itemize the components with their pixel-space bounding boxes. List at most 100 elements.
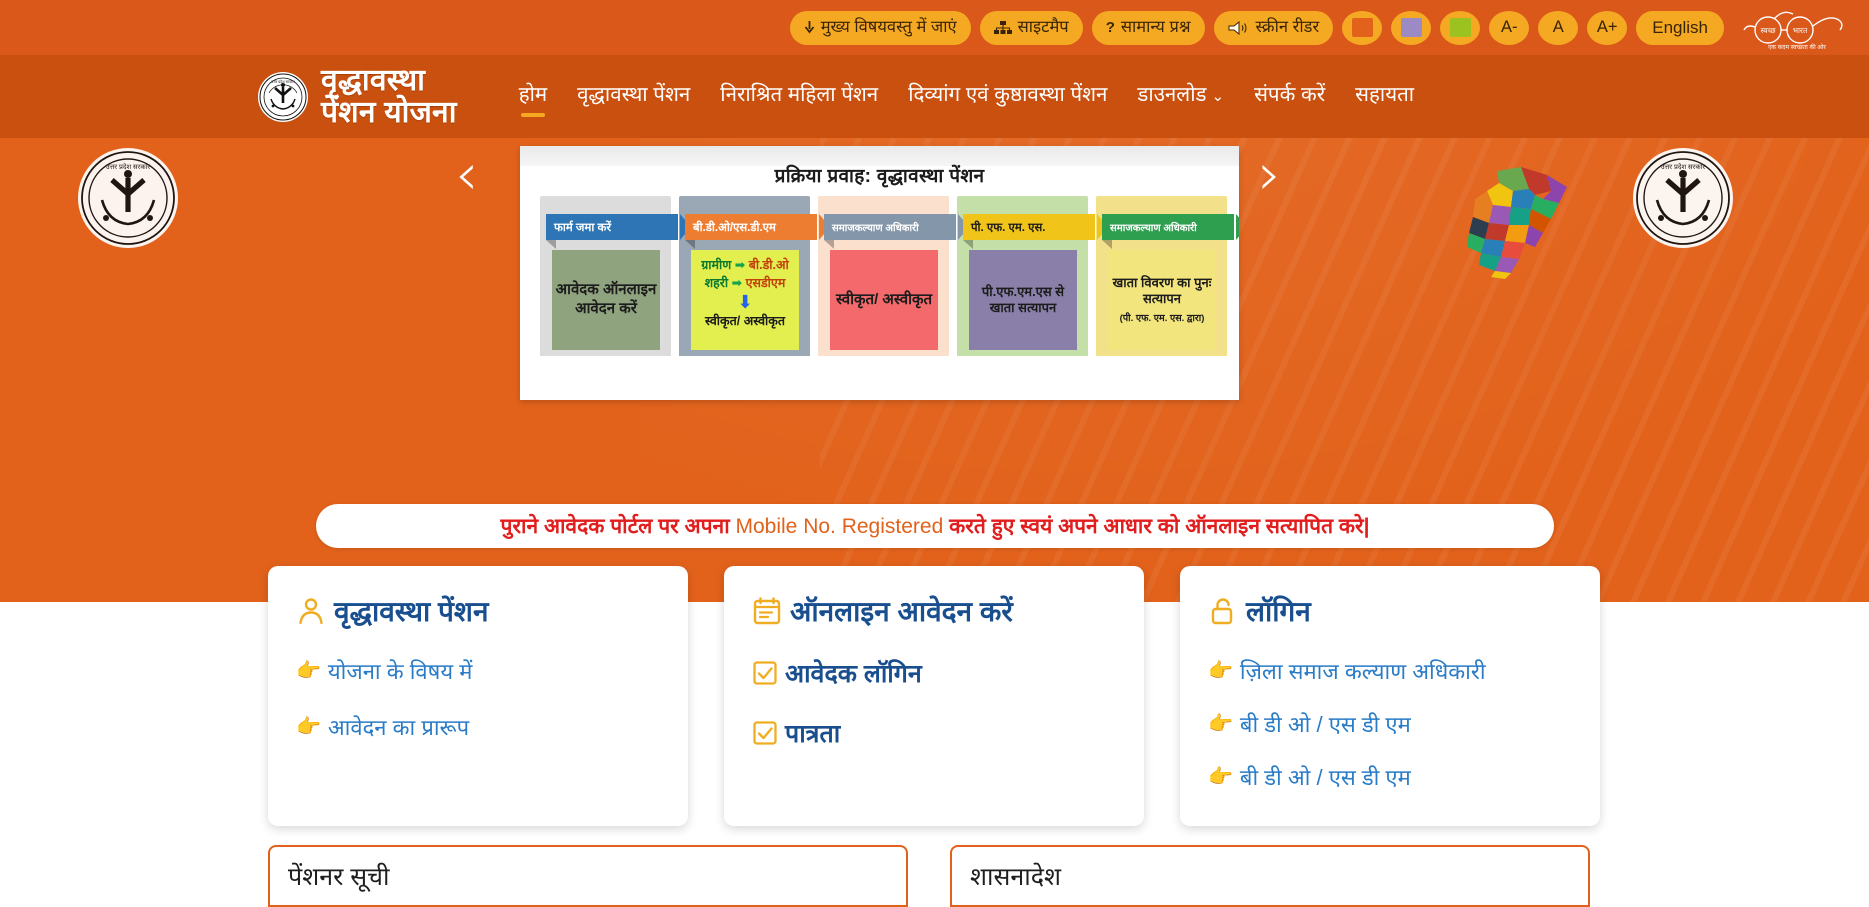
- quick-links-cards: वृद्धावस्था पेंशन 👉 योजना के विषय में 👉 …: [268, 566, 1600, 826]
- theme-orange-button[interactable]: [1342, 10, 1383, 45]
- screen-reader-button[interactable]: स्क्रीन रीडर: [1213, 10, 1334, 45]
- card-link-applicant-login[interactable]: आवेदक लॉगिन: [752, 656, 1116, 690]
- orange-swatch-icon: [1351, 18, 1373, 37]
- flow-step-2-header-tail: [685, 240, 695, 249]
- carousel-prev-button[interactable]: ‹: [455, 145, 478, 203]
- svg-text:भारत: भारत: [1793, 26, 1808, 35]
- card-link-eligibility[interactable]: पात्रता: [752, 716, 1116, 750]
- card-link-bdo-sdm-1[interactable]: 👉 बी डी ओ / एस डी एम: [1208, 709, 1572, 739]
- calendar-form-icon: [752, 596, 782, 626]
- pointing-hand-icon: 👉: [1208, 713, 1233, 735]
- sitemap-label: साइटमैप: [1017, 18, 1069, 37]
- right-arrow-icon: ➡: [731, 276, 743, 291]
- notice-part-1: पुराने आवेदक पोर्टल पर अपना: [500, 515, 736, 538]
- down-arrow-icon: ⬇: [737, 292, 753, 313]
- flow-step-1-body: आवेदक ऑनलाइन आवेदन करें: [552, 250, 660, 350]
- checkbox-icon: [752, 720, 778, 746]
- theme-purple-button[interactable]: [1391, 10, 1432, 45]
- up-emblem-watermark-right: उत्तर प्रदेश सरकार: [1633, 148, 1733, 248]
- nav-item-download-label: डाउनलोड: [1137, 83, 1207, 106]
- sitemap-button[interactable]: साइटमैप: [979, 10, 1083, 45]
- font-increase-label: A+: [1596, 18, 1618, 37]
- flow-step-1-band: फार्म जमा करें आवेदक ऑनलाइन आवेदन करें: [540, 196, 705, 356]
- svg-text:उत्तर प्रदेश सरकार: उत्तर प्रदेश सरकार: [106, 162, 150, 171]
- notice-text: पुराने आवेदक पोर्टल पर अपना Mobile No. R…: [501, 512, 1370, 540]
- flow-step-2-header: बी.डी.ओ/एस.डी.एम: [685, 214, 844, 249]
- panel-government-orders[interactable]: शासनादेश: [950, 845, 1590, 907]
- theme-green-button[interactable]: [1440, 10, 1481, 45]
- flow-step-5-header-tail: [1102, 240, 1112, 249]
- pointing-hand-icon: 👉: [1208, 766, 1233, 788]
- flow-step-4-header-tail: [963, 240, 973, 249]
- font-decrease-label: A-: [1500, 18, 1518, 37]
- card-old-age-pension: वृद्धावस्था पेंशन 👉 योजना के विषय में 👉 …: [268, 566, 688, 826]
- flow-step-2-row-1-left: ग्रामीण: [701, 258, 732, 272]
- font-decrease-button[interactable]: A-: [1489, 10, 1530, 45]
- flow-step-2-row-2: शहरी ➡ एसडीएम: [701, 274, 789, 292]
- up-emblem-watermark-left: उत्तर प्रदेश सरकार: [78, 148, 178, 248]
- carousel-next-button[interactable]: ›: [1258, 145, 1281, 203]
- up-government-emblem-icon: उत्तर प्रदेश सरकार: [258, 71, 308, 122]
- nav-item-disabled-leprosy-pension[interactable]: दिव्यांग एवं कुष्ठावस्था पेंशन: [908, 80, 1107, 113]
- flow-step-2-row-1-right: बी.डी.ओ: [748, 258, 789, 272]
- flow-step-2-row-2-right: एसडीएम: [745, 276, 786, 291]
- process-flow-slide: प्रक्रिया प्रवाह: वृद्धावस्था पेंशन फार्…: [520, 146, 1239, 400]
- notice-banner[interactable]: पुराने आवेदक पोर्टल पर अपना Mobile No. R…: [316, 504, 1554, 548]
- nav-item-help[interactable]: सहायता: [1355, 80, 1414, 113]
- process-flow-title: प्रक्रिया प्रवाह: वृद्धावस्था पेंशन: [774, 166, 985, 187]
- card-link-district-welfare-officer-label: ज़िला समाज कल्याण अधिकारी: [1239, 659, 1486, 684]
- nav-item-download[interactable]: डाउनलोड ⌄: [1137, 80, 1224, 113]
- card-link-about-scheme[interactable]: 👉 योजना के विषय में: [296, 656, 660, 686]
- language-label: English: [1652, 18, 1708, 37]
- purple-swatch-icon: [1400, 18, 1422, 37]
- down-arrow-icon: [804, 21, 815, 34]
- screen-reader-label: स्क्रीन रीडर: [1255, 18, 1320, 37]
- question-mark-icon: ?: [1105, 19, 1115, 36]
- flow-step-5: समाजकल्याण अधिकारी खाता विवरण का पुनः सत…: [1096, 196, 1239, 356]
- uttar-pradesh-map-graphic: [1455, 165, 1590, 280]
- font-normal-label: A: [1552, 18, 1564, 37]
- nav-item-home[interactable]: होम: [519, 80, 547, 117]
- svg-text:स्वच्छ: स्वच्छ: [1760, 26, 1776, 35]
- top-utility-bar: मुख्य विषयवस्तु में जाएं साइटमैप ? सामान…: [0, 0, 1869, 55]
- flow-step-3-band: समाजकल्याण अधिकारी स्वीकृत/ अस्वीकृत: [818, 196, 983, 356]
- flow-step-2-row-2-left: शहरी: [704, 276, 729, 291]
- hero-carousel[interactable]: प्रक्रिया प्रवाह: वृद्धावस्था पेंशन फार्…: [520, 146, 1239, 400]
- nav-item-old-age-pension[interactable]: वृद्धावस्था पेंशन: [577, 80, 690, 113]
- nav-item-contact[interactable]: संपर्क करें: [1254, 80, 1325, 113]
- svg-text:उत्तर प्रदेश सरकार: उत्तर प्रदेश सरकार: [1661, 162, 1705, 171]
- card-link-bdo-sdm-2[interactable]: 👉 बी डी ओ / एस डी एम: [1208, 762, 1572, 792]
- chevron-icon: [1236, 214, 1239, 240]
- flow-step-2-body: ग्रामीण ➡ बी.डी.ओ शहरी ➡ एसडीएम ⬇ स्वीकृ…: [691, 250, 799, 350]
- nav-item-destitute-women-pension[interactable]: निराश्रित महिला पेंशन: [720, 80, 878, 113]
- brand-title: वृद्धावस्था पेंशन योजना: [321, 65, 457, 128]
- skip-to-main-content-button[interactable]: मुख्य विषयवस्तु में जाएं: [789, 10, 971, 45]
- card-link-district-welfare-officer[interactable]: 👉 ज़िला समाज कल्याण अधिकारी: [1208, 656, 1572, 686]
- card-link-bdo-sdm-2-label: बी डी ओ / एस डी एम: [1239, 765, 1411, 790]
- green-swatch-icon: [1449, 18, 1471, 37]
- card-old-age-pension-title: वृद्धावस्था पेंशन: [296, 592, 660, 630]
- nav-item-destitute-women-pension-label: निराश्रित महिला पेंशन: [720, 83, 879, 106]
- flow-step-1: फार्म जमा करें आवेदक ऑनलाइन आवेदन करें: [540, 196, 705, 356]
- faq-button[interactable]: ? सामान्य प्रश्न: [1091, 10, 1205, 45]
- font-increase-button[interactable]: A+: [1587, 10, 1628, 45]
- flow-step-1-header-label: फार्म जमा करें: [554, 221, 612, 234]
- flow-step-2-result: स्वीकृत/ अस्वीकृत: [704, 314, 786, 329]
- notice-part-2: Mobile No. Registered: [735, 515, 950, 538]
- pointing-hand-icon: 👉: [296, 716, 321, 738]
- flow-step-2-header-label: बी.डी.ओ/एस.डी.एम: [693, 221, 776, 234]
- process-flow-steps: फार्म जमा करें आवेदक ऑनलाइन आवेदन करें ब…: [540, 196, 1239, 356]
- flow-step-4-body: पी.एफ.एम.एस से खाता सत्यापन: [969, 250, 1077, 350]
- site-brand[interactable]: उत्तर प्रदेश सरकार वृद्धावस्था पेंशन योज…: [258, 65, 457, 128]
- card-link-application-format[interactable]: 👉 आवेदन का प्रारूप: [296, 712, 660, 742]
- panel-pensioner-list[interactable]: पेंशनर सूची: [268, 845, 908, 907]
- right-arrow-icon: ➡: [734, 258, 746, 272]
- panel-government-orders-title: शासनादेश: [970, 863, 1062, 891]
- language-toggle-button[interactable]: English: [1636, 10, 1724, 45]
- flow-step-1-header-tail: [546, 240, 556, 249]
- notice-part-3: करते हुए स्वयं अपने आधार को ऑनलाइन सत्या…: [949, 515, 1370, 538]
- card-link-applicant-login-label: आवेदक लॉगिन: [785, 660, 922, 688]
- chevron-down-icon: ⌄: [1211, 88, 1225, 105]
- flow-step-3-header-tail: [824, 240, 834, 249]
- font-normal-button[interactable]: A: [1538, 10, 1579, 45]
